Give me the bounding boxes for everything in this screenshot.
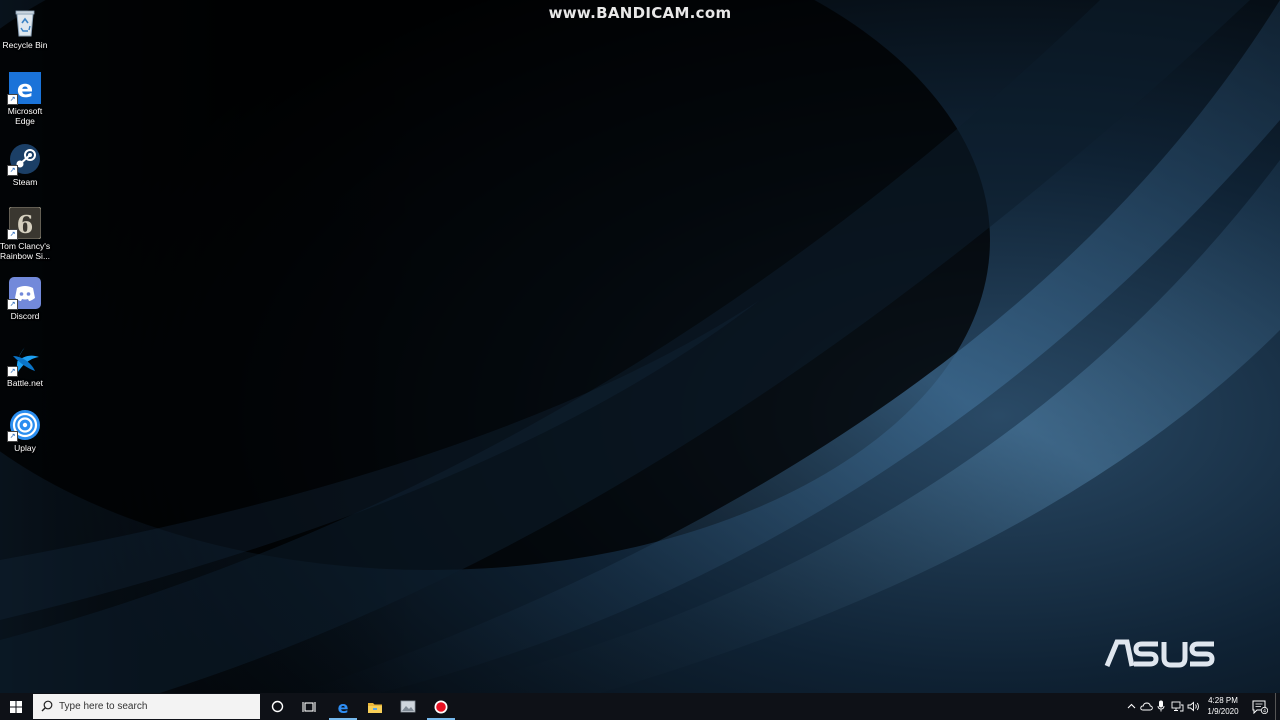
bandicam-watermark: www.BANDICAM.com (548, 4, 732, 22)
desktop-icon-microsoft-edge[interactable]: e ↗ Microsoft Edge (2, 72, 48, 126)
shortcut-arrow-icon: ↗ (7, 229, 18, 240)
edge-icon: e ↗ (7, 72, 41, 105)
svg-text:e: e (338, 699, 349, 715)
clock-date: 1/9/2020 (1207, 707, 1239, 716)
desktop-icon-label: Battle.net (7, 378, 43, 388)
network-tray-button[interactable] (1170, 699, 1184, 713)
rainbow-six-icon: 6 ↗ (7, 207, 41, 240)
steam-icon: ↗ (7, 143, 41, 176)
shortcut-arrow-icon: ↗ (7, 94, 18, 105)
wallpaper (0, 0, 1280, 693)
desktop[interactable]: www.BANDICAM.com Recycle Bin e ↗ Microso… (0, 0, 1280, 693)
shortcut-arrow-icon: ↗ (7, 165, 18, 176)
taskbar-search-box[interactable] (33, 694, 260, 719)
edge-icon: e (338, 699, 349, 715)
task-view-button[interactable] (293, 693, 325, 720)
bandicam-record-icon (434, 700, 448, 713)
search-input[interactable] (59, 698, 249, 715)
task-view-icon (302, 701, 316, 712)
notification-icon: 4 (1252, 700, 1268, 714)
start-button[interactable] (0, 693, 32, 720)
show-desktop-button[interactable] (1275, 693, 1280, 720)
show-hidden-icons-button[interactable] (1124, 699, 1138, 713)
desktop-icon-uplay[interactable]: ↗ Uplay (2, 409, 48, 453)
desktop-icon-rainbow-six[interactable]: 6 ↗ Tom Clancy's Rainbow Si... (0, 207, 50, 261)
desktop-icon-label: Recycle Bin (2, 40, 48, 50)
windows-icon (10, 700, 22, 713)
onedrive-tray-button[interactable] (1139, 699, 1153, 713)
network-icon (1171, 701, 1183, 711)
taskbar-file-explorer-button[interactable] (359, 693, 391, 720)
shortcut-arrow-icon: ↗ (7, 299, 18, 310)
notification-count: 4 (1263, 708, 1266, 713)
asus-logo (1104, 639, 1215, 668)
taskbar: e (0, 693, 1280, 720)
taskbar-app-button[interactable] (392, 693, 424, 720)
onedrive-icon (1139, 702, 1153, 710)
recycle-bin-icon (9, 6, 41, 38)
volume-icon (1187, 701, 1199, 711)
shortcut-arrow-icon: ↗ (7, 366, 18, 377)
desktop-icon-recycle-bin[interactable]: Recycle Bin (2, 6, 48, 50)
desktop-icon-label: Discord (10, 311, 40, 321)
desktop-icon-discord[interactable]: ↗ Discord (2, 277, 48, 321)
uplay-icon: ↗ (7, 409, 41, 442)
app-icon (400, 700, 416, 712)
action-center-button[interactable]: 4 (1248, 693, 1272, 720)
taskbar-clock[interactable]: 4:28 PM 1/9/2020 (1200, 694, 1246, 719)
svg-text:e: e (17, 75, 33, 103)
search-icon (41, 700, 53, 712)
desktop-icon-steam[interactable]: ↗ Steam (2, 143, 48, 187)
desktop-icon-label: Microsoft Edge (7, 106, 43, 126)
desktop-icon-battlenet[interactable]: ↗ Battle.net (2, 344, 48, 388)
file-explorer-icon (368, 702, 382, 713)
chevron-up-icon (1127, 703, 1135, 709)
cortana-icon (271, 700, 283, 713)
microphone-icon (1157, 700, 1165, 712)
volume-tray-button[interactable] (1186, 699, 1200, 713)
desktop-icon-label: Tom Clancy's Rainbow Si... (0, 241, 51, 261)
svg-text:6: 6 (17, 210, 34, 239)
desktop-icon-label: Steam (12, 177, 38, 187)
cortana-button[interactable] (261, 693, 293, 720)
microphone-tray-button[interactable] (1154, 699, 1168, 713)
battlenet-icon: ↗ (7, 344, 41, 377)
clock-time: 4:28 PM (1208, 696, 1238, 705)
desktop-icon-label: Uplay (14, 443, 36, 453)
discord-icon: ↗ (7, 277, 41, 310)
shortcut-arrow-icon: ↗ (7, 431, 18, 442)
taskbar-edge-button[interactable]: e (327, 693, 359, 720)
taskbar-bandicam-button[interactable] (425, 693, 457, 720)
